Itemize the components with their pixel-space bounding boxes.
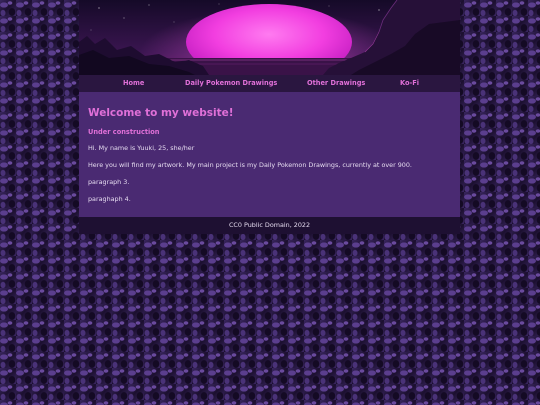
synthwave-sunset-image xyxy=(79,0,460,75)
nav-link-ko-fi[interactable]: Ko-Fi xyxy=(400,75,419,92)
page-title: Welcome to my website! xyxy=(88,107,234,119)
nav-link-home[interactable]: Home xyxy=(123,75,144,92)
main-content: Welcome to my website! Under constructio… xyxy=(79,92,460,217)
paragraph-4: paraghaph 4. xyxy=(88,195,131,203)
nav-link-other-drawings[interactable]: Other Drawings xyxy=(307,75,365,92)
page-container: Home Daily Pokemon Drawings Other Drawin… xyxy=(79,0,460,234)
nav-link-daily-pokemon-drawings[interactable]: Daily Pokemon Drawings xyxy=(185,75,277,92)
header-banner xyxy=(79,0,460,75)
main-navigation: Home Daily Pokemon Drawings Other Drawin… xyxy=(79,75,460,92)
intro-paragraph: Hi. My name is Yuuki, 25, she/her xyxy=(88,144,195,152)
artwork-paragraph: Here you will find my artwork. My main p… xyxy=(88,161,412,169)
page-subtitle: Under construction xyxy=(88,128,160,136)
paragraph-3: paragraph 3. xyxy=(88,178,130,186)
page-footer: CC0 Public Domain, 2022 xyxy=(79,217,460,234)
